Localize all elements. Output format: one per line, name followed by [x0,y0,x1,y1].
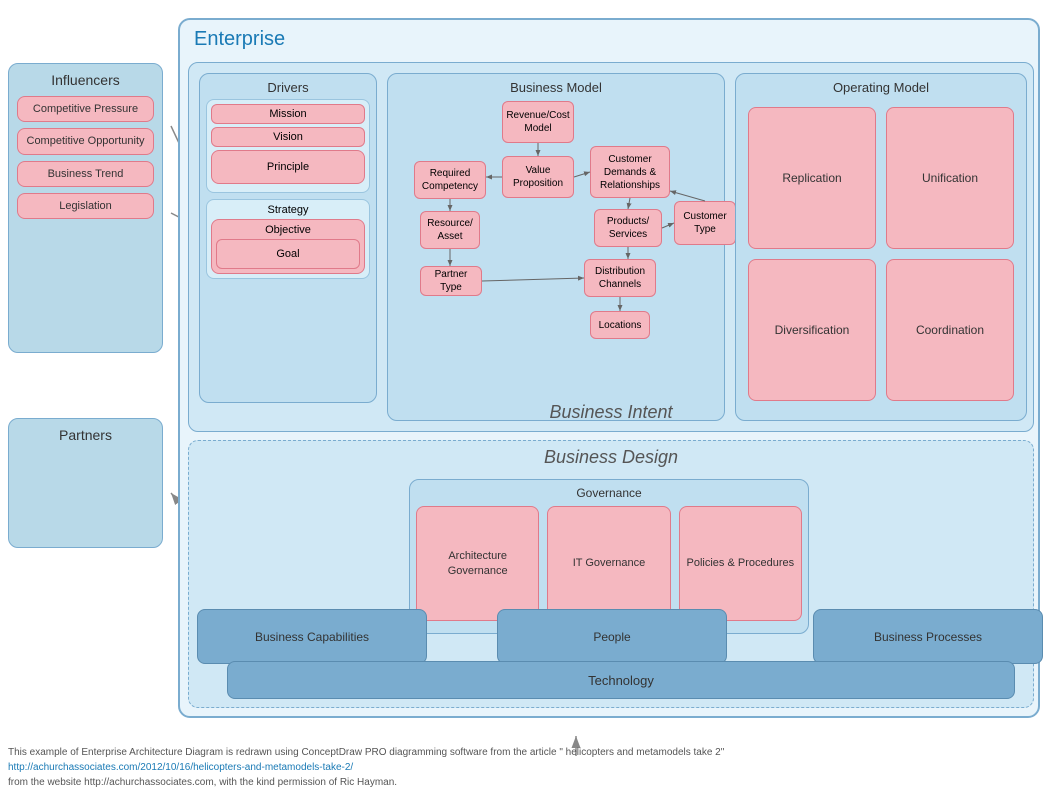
technology-box: Technology [227,661,1015,699]
bottom-row: Business Capabilities People Business Pr… [197,609,1043,699]
operating-model-box: Operating Model Replication Unification … [735,73,1027,421]
partners-box: Partners [8,418,163,548]
business-intent-label: Business Intent [189,402,1033,423]
om-grid: Replication Unification Diversification … [742,101,1020,407]
influencer-business-trend: Business Trend [17,161,154,187]
strategy-label: Strategy [211,204,365,216]
business-capabilities-box: Business Capabilities [197,609,427,664]
drivers-title: Drivers [206,80,370,95]
business-design-area: Business Design Governance Architecture … [188,440,1034,708]
gov-architecture: Architecture Governance [416,506,539,621]
objective-label: Objective [216,224,360,236]
vision-item: Vision [211,127,365,147]
people-box: People [497,609,727,664]
partners-title: Partners [17,427,154,443]
bm-revenue: Revenue/Cost Model [502,101,574,143]
gov-it: IT Governance [547,506,670,621]
footer-line1: This example of Enterprise Architecture … [8,745,724,760]
influencers-title: Influencers [17,72,154,88]
gov-policies: Policies & Procedures [679,506,802,621]
bm-value-prop: Value Proposition [502,156,574,198]
bm-required-comp: Required Competency [414,161,486,199]
goal-item: Goal [216,239,360,269]
business-processes-box: Business Processes [813,609,1043,664]
enterprise-title: Enterprise [188,28,1030,51]
influencers-box: Influencers Competitive Pressure Competi… [8,63,163,353]
om-diversification: Diversification [748,259,876,401]
bm-distribution: Distribution Channels [584,259,656,297]
people-label: People [593,630,630,644]
mission-item: Mission [211,104,365,124]
influencer-competitive-pressure: Competitive Pressure [17,96,154,122]
bm-customer-demands: Customer Demands & Relationships [590,146,670,198]
gov-grid: Architecture Governance IT Governance Po… [416,506,802,621]
objective-box: Objective Goal [211,219,365,274]
bm-products-services: Products/ Services [594,209,662,247]
footer-link[interactable]: http://achurchassociates.com/2012/10/16/… [8,762,353,773]
strategy-obj-box: Strategy Objective Goal [206,199,370,279]
bm-title: Business Model [394,80,718,95]
business-model-box: Business Model Revenue/Cost Model Value … [387,73,725,421]
bm-locations: Locations [590,311,650,339]
bm-resource-asset: Resource/ Asset [420,211,480,249]
bm-content: Revenue/Cost Model Value Proposition Req… [394,101,718,409]
footer: This example of Enterprise Architecture … [8,745,724,790]
bm-partner-type: Partner Type [420,266,482,296]
influencer-legislation: Legislation [17,193,154,219]
bm-arrows [394,101,718,409]
drivers-box: Drivers Mission Vision Principle Strateg… [199,73,377,403]
bm-customer-type: Customer Type [674,201,736,245]
main-container: Influencers Competitive Pressure Competi… [8,8,1048,778]
technology-label: Technology [588,673,654,688]
om-coordination: Coordination [886,259,1014,401]
business-intent-area: Drivers Mission Vision Principle Strateg… [188,62,1034,432]
om-title: Operating Model [742,80,1020,95]
om-unification: Unification [886,107,1014,249]
enterprise-box: Enterprise Drivers Mission Vision Princi… [178,18,1040,718]
principle-item: Principle [211,150,365,184]
influencer-competitive-opportunity: Competitive Opportunity [17,128,154,154]
business-processes-label: Business Processes [874,630,982,644]
bd-title: Business Design [189,441,1033,468]
om-replication: Replication [748,107,876,249]
mission-vision-box: Mission Vision Principle [206,99,370,193]
business-capabilities-label: Business Capabilities [255,630,369,644]
gov-title: Governance [416,486,802,500]
footer-line2: from the website http://achurchassociate… [8,775,724,790]
